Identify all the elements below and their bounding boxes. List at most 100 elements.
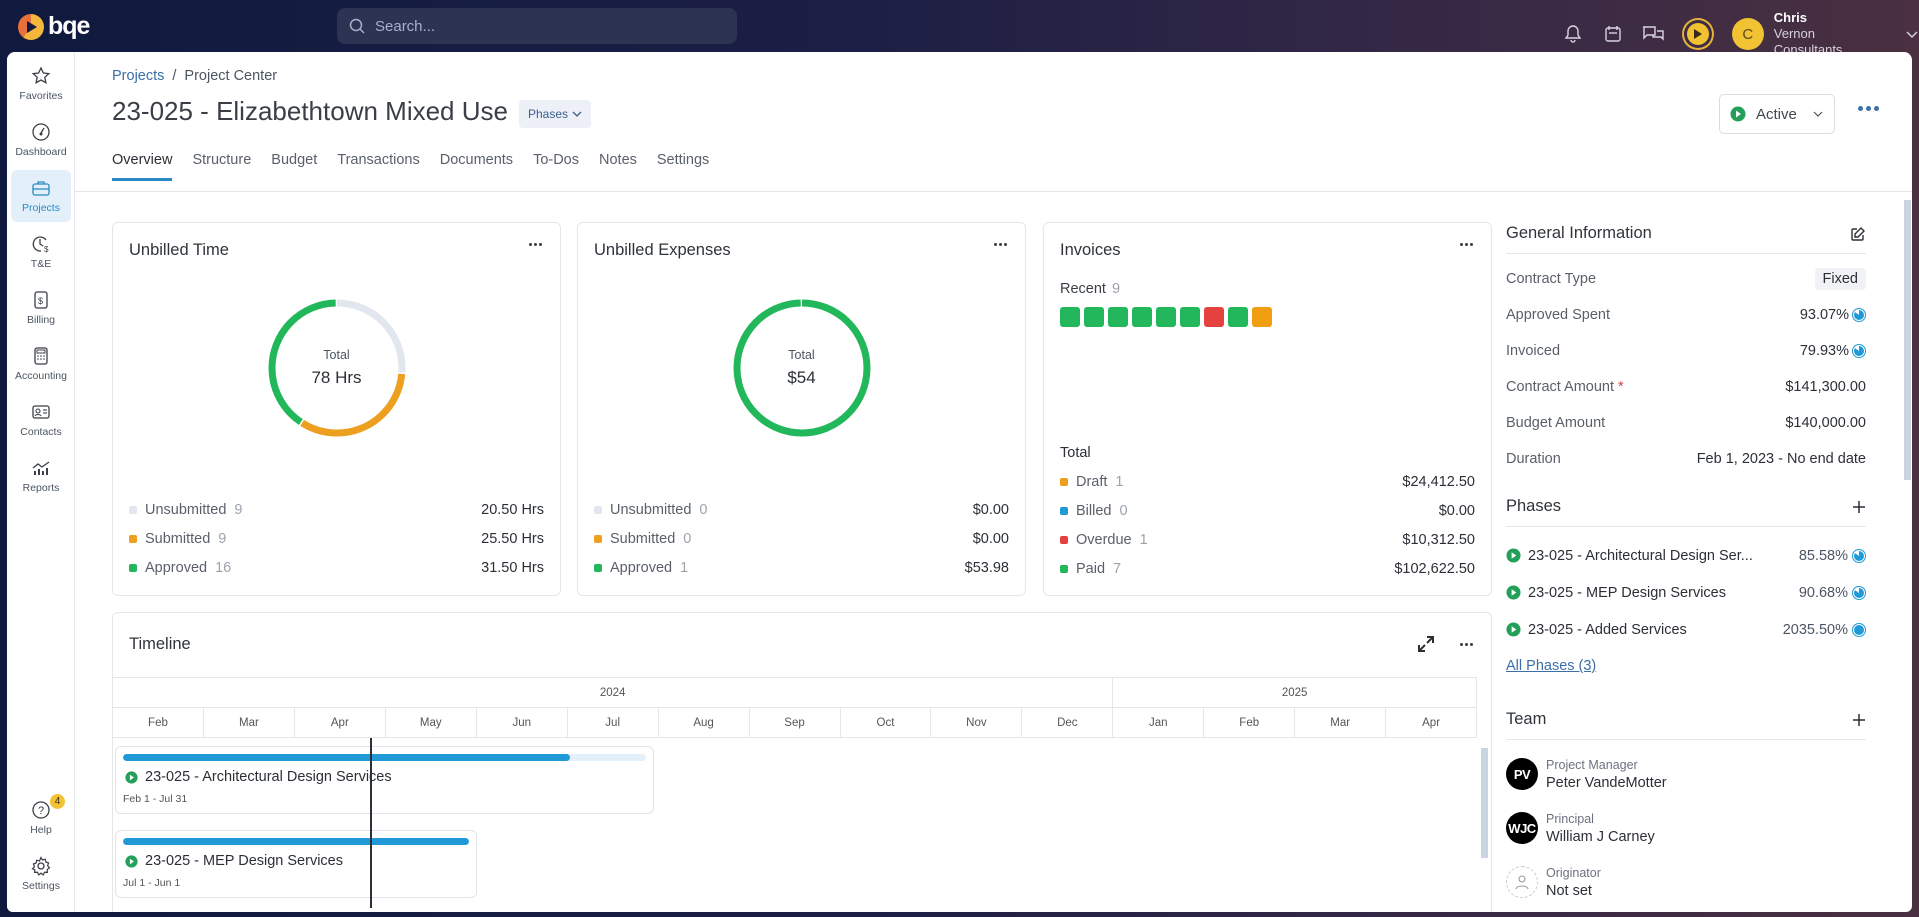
invoice-square-paid[interactable] xyxy=(1084,307,1104,327)
breadcrumb-projects-link[interactable]: Projects xyxy=(112,68,164,84)
legend-label: Unsubmitted xyxy=(145,501,227,518)
chevron-down-icon[interactable] xyxy=(1905,27,1919,41)
phase-item[interactable]: 23-025 - MEP Design Services 90.68% xyxy=(1506,574,1866,611)
unbilled-time-legend: Unsubmitted 9 20.50 Hrs Submitted 9 25.50 Hr… xyxy=(129,495,544,582)
tab-todos[interactable]: To-Dos xyxy=(533,152,579,181)
invoice-square-paid[interactable] xyxy=(1180,307,1200,327)
play-timer-button[interactable] xyxy=(1681,18,1714,50)
card-more-button[interactable] xyxy=(994,243,1007,246)
phases-dropdown[interactable]: Phases xyxy=(519,100,592,128)
svg-text:?: ? xyxy=(38,805,44,817)
tab-structure[interactable]: Structure xyxy=(192,152,251,181)
team-member[interactable]: PV Project Manager Peter VandeMotter xyxy=(1506,747,1866,801)
sidebar-item-dashboard[interactable]: Dashboard xyxy=(11,114,71,166)
timeline-item[interactable]: 23-025 - MEP Design Services Jul 1 - Jun… xyxy=(115,830,477,898)
tab-documents[interactable]: Documents xyxy=(440,152,513,181)
add-phase-icon[interactable] xyxy=(1852,500,1866,514)
project-more-options-button[interactable] xyxy=(1858,106,1879,111)
timeline-item[interactable]: 23-025 - Architectural Design Services F… xyxy=(115,746,654,814)
unbilled-expenses-card: Unbilled Expenses Total $54 Unsubmitted 0… xyxy=(577,222,1026,596)
avatar-placeholder xyxy=(1506,866,1538,898)
invoice-square-paid[interactable] xyxy=(1060,307,1080,327)
sidebar-item-help[interactable]: 4 ? Help xyxy=(11,792,71,844)
sidebar-item-reports[interactable]: Reports xyxy=(11,450,71,502)
invoice-square-paid[interactable] xyxy=(1132,307,1152,327)
phases-dropdown-label: Phases xyxy=(528,107,569,121)
expand-icon[interactable] xyxy=(1417,635,1435,653)
legend-amount: $0.00 xyxy=(972,501,1009,518)
sidebar-item-billing[interactable]: $ Billing xyxy=(11,282,71,334)
timeline-year: 2024 xyxy=(113,678,1114,708)
sidebar-item-accounting[interactable]: Accounting xyxy=(11,338,71,390)
bell-icon[interactable] xyxy=(1562,23,1584,45)
legend-amount: $53.98 xyxy=(964,559,1009,576)
chat-icon[interactable] xyxy=(1642,23,1664,45)
invoice-square-overdue[interactable] xyxy=(1204,307,1224,327)
active-status-icon xyxy=(1506,622,1521,637)
contact-card-icon xyxy=(32,405,50,419)
global-search[interactable] xyxy=(337,8,737,44)
phase-item[interactable]: 23-025 - Added Services 2035.50% xyxy=(1506,611,1866,648)
sidebar-item-contacts[interactable]: Contacts xyxy=(11,394,71,446)
progress-pie-icon xyxy=(1852,344,1866,358)
submitted-dot xyxy=(129,534,137,543)
invoice-square-paid[interactable] xyxy=(1108,307,1128,327)
legend-count: 16 xyxy=(215,559,232,576)
timeline-month: Dec xyxy=(1022,708,1114,738)
timeline-progress-fill xyxy=(123,754,571,761)
gauge-icon xyxy=(32,123,50,141)
tab-settings[interactable]: Settings xyxy=(657,152,709,181)
search-input[interactable] xyxy=(375,17,715,35)
invoice-square-draft[interactable] xyxy=(1252,307,1272,327)
timeline-month: Feb xyxy=(113,708,204,738)
sidebar-item-label: Favorites xyxy=(19,90,63,102)
timeline-item-name: 23-025 - Architectural Design Services xyxy=(145,769,392,785)
tab-notes[interactable]: Notes xyxy=(599,152,637,181)
sidebar-item-projects[interactable]: Projects xyxy=(11,170,71,222)
legend-row: Overdue 1 $10,312.50 xyxy=(1060,525,1475,554)
timeline-scrollbar[interactable] xyxy=(1481,748,1488,858)
donut-total-label: Total xyxy=(788,348,815,362)
tab-overview[interactable]: Overview xyxy=(112,152,173,181)
legend-amount: 31.50 Hrs xyxy=(481,559,544,576)
legend-count: 1 xyxy=(1115,473,1124,490)
card-more-button[interactable] xyxy=(1460,643,1473,646)
page-title: 23-025 - Elizabethtown Mixed Use xyxy=(112,96,508,126)
invoice-square-paid[interactable] xyxy=(1228,307,1248,327)
phase-item[interactable]: 23-025 - Architectural Design Ser... 85.5… xyxy=(1506,537,1866,574)
team-member[interactable]: Originator Not set xyxy=(1506,855,1866,909)
recent-invoice-squares xyxy=(1060,307,1272,327)
help-badge: 4 xyxy=(50,794,65,809)
sidebar-item-settings[interactable]: Settings xyxy=(11,848,71,900)
tab-budget[interactable]: Budget xyxy=(271,152,317,181)
gear-icon xyxy=(31,856,51,876)
user-menu[interactable]: Chris Vernon Consultants xyxy=(1774,10,1887,58)
calendar-icon[interactable] xyxy=(1602,23,1624,45)
team-member[interactable]: WJC Principal William J Carney xyxy=(1506,801,1866,855)
bqe-logo[interactable]: bqe xyxy=(18,12,90,41)
phase-name: 23-025 - Added Services xyxy=(1528,621,1687,638)
invoice-square-paid[interactable] xyxy=(1156,307,1176,327)
billed-dot xyxy=(1060,506,1068,515)
add-team-member-icon[interactable] xyxy=(1852,713,1866,727)
all-phases-link[interactable]: All Phases (3) xyxy=(1506,658,1596,674)
legend-label: Submitted xyxy=(145,530,211,547)
recent-label: Recent xyxy=(1060,281,1106,297)
tab-transactions[interactable]: Transactions xyxy=(337,152,419,181)
team-name: Not set xyxy=(1546,882,1592,899)
info-row-duration: Duration Feb 1, 2023 - No end date xyxy=(1506,441,1866,477)
user-avatar[interactable]: C xyxy=(1731,18,1764,50)
sidebar-item-favorites[interactable]: Favorites xyxy=(11,58,71,110)
recent-invoices-label: Recent 9 xyxy=(1060,281,1120,297)
page-scrollbar[interactable] xyxy=(1904,200,1911,480)
status-dropdown[interactable]: Active xyxy=(1719,94,1835,134)
card-more-button[interactable] xyxy=(1460,243,1473,246)
sidebar-item-te[interactable]: $ T&E xyxy=(11,226,71,278)
card-more-button[interactable] xyxy=(529,243,542,246)
help-icon: ? xyxy=(32,801,50,819)
sidebar-item-label: T&E xyxy=(30,258,52,270)
logo-text: bqe xyxy=(48,12,90,40)
edit-icon[interactable] xyxy=(1850,226,1866,242)
timeline-years: 2024 2025 xyxy=(113,678,1477,708)
timeline-month: Mar xyxy=(1295,708,1387,738)
